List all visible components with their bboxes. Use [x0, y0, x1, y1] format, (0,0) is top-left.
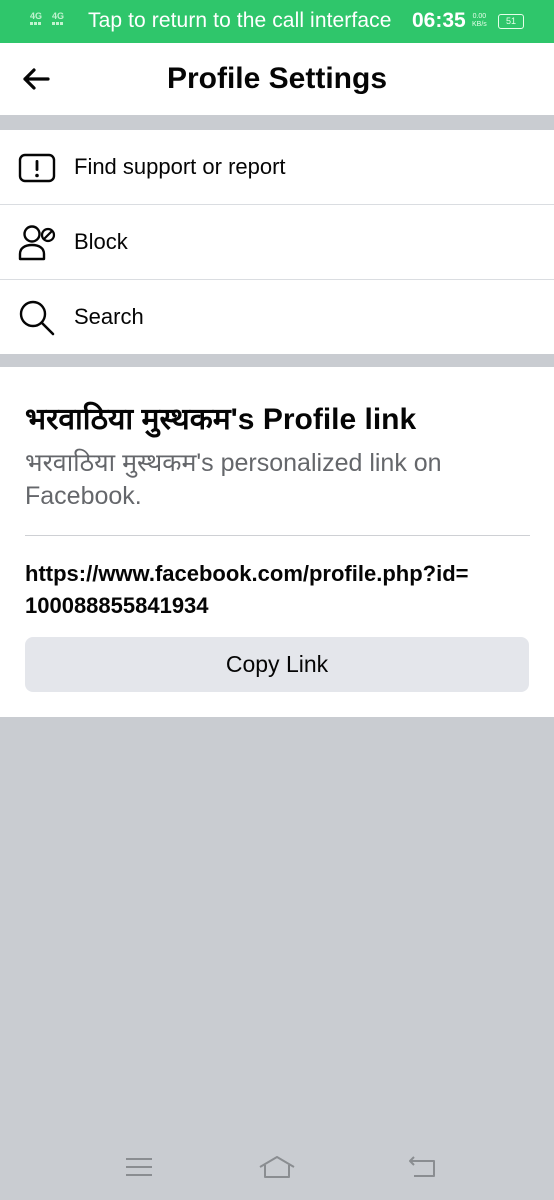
menu-item-label: Search — [74, 304, 144, 329]
section-gap — [0, 115, 554, 130]
return-to-call-text[interactable]: Tap to return to the call interface — [88, 9, 392, 33]
profile-url[interactable]: https://www.facebook.com/profile.php?id=… — [25, 558, 530, 622]
menu-item-find-support[interactable]: Find support or report — [0, 130, 554, 204]
report-exclamation-icon — [17, 148, 57, 188]
home-button[interactable] — [257, 1152, 297, 1182]
profile-settings-menu: Find support or report Block Search — [0, 130, 554, 354]
speed-unit: KB/s — [472, 21, 487, 28]
profile-url-line-1: https://www.facebook.com/profile.php?id= — [25, 561, 469, 586]
clock: 06:35 — [412, 9, 466, 32]
home-icon — [259, 1156, 295, 1178]
back-nav-button[interactable] — [402, 1152, 442, 1182]
network-speed: 0.00 KB/s — [472, 13, 487, 29]
profile-link-subtitle: भरवाठिया मुस्थकम's personalized link on … — [25, 449, 442, 510]
signal-1-label: 4G — [30, 11, 43, 21]
profile-link-title: भरवाठिया मुस्थकम's Profile link — [25, 403, 417, 436]
copy-link-button[interactable]: Copy Link — [25, 637, 529, 692]
section-gap — [0, 354, 554, 367]
search-icon — [17, 298, 57, 338]
signal-icon: 4G — [52, 12, 64, 25]
top-app-bar: Profile Settings — [0, 43, 554, 115]
signal-icon: 4G — [30, 12, 42, 25]
menu-item-label: Find support or report — [74, 154, 286, 179]
menu-icon — [126, 1158, 152, 1176]
battery-level: 51 — [505, 16, 516, 26]
back-icon — [409, 1156, 435, 1177]
recent-apps-button[interactable] — [119, 1152, 159, 1182]
menu-item-search[interactable]: Search — [0, 280, 554, 354]
call-status-bar[interactable]: 4G 4G Tap to return to the call interfac… — [0, 0, 554, 43]
battery-icon: 51 — [498, 14, 524, 29]
speed-value: 0.00 — [472, 13, 487, 20]
profile-link-card: भरवाठिया मुस्थकम's Profile link भरवाठिया… — [0, 367, 554, 717]
page-title: Profile Settings — [166, 62, 388, 95]
menu-item-label: Block — [74, 229, 128, 254]
signal-2-label: 4G — [52, 11, 65, 21]
signal-indicators: 4G 4G — [30, 12, 64, 25]
block-person-icon — [17, 223, 57, 263]
menu-item-block[interactable]: Block — [0, 205, 554, 279]
system-nav-bar — [0, 1140, 554, 1200]
divider — [25, 535, 530, 536]
profile-url-line-2: 100088855841934 — [25, 593, 209, 618]
